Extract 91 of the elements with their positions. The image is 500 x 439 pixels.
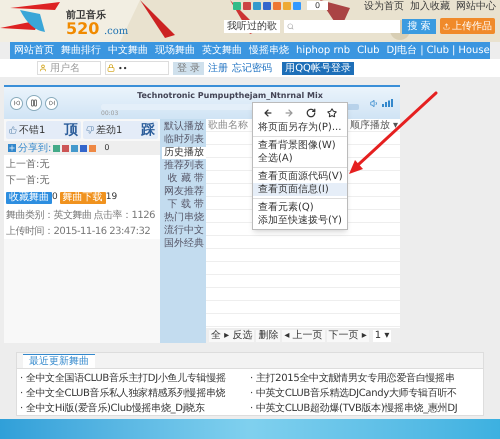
history-button[interactable]: 我听过的歌 [224, 20, 280, 33]
playlist-tab[interactable]: 收 藏 带 [160, 173, 206, 185]
username-field[interactable]: 用户名 [37, 61, 101, 75]
favorite-button[interactable]: 收藏舞曲 [6, 192, 52, 204]
login-button[interactable]: 登 录 [173, 62, 204, 74]
register-link[interactable]: 注册 [208, 60, 228, 76]
reload-icon[interactable] [306, 108, 316, 118]
nav-link[interactable]: DJ电台 [386, 44, 418, 56]
playlist-tab[interactable]: 网友推荐 [160, 186, 206, 198]
previous-icon [14, 100, 20, 106]
menu-item[interactable]: 查看元素(Q) [253, 198, 347, 214]
nav-item[interactable]: 网站首页 [14, 44, 54, 56]
song-link[interactable]: · 中英文CLUB音乐精选DJCandy大师专辑百听不 [250, 386, 480, 401]
forward-icon[interactable] [284, 108, 294, 118]
dislike-button[interactable]: 差劲1 踩 [83, 121, 158, 139]
forgot-password-link[interactable]: 忘记密码 [232, 60, 272, 76]
separator: | [452, 44, 456, 56]
hits-label: 点击率：1126 [94, 208, 155, 222]
upload-icon [443, 22, 450, 30]
share-label: 分享到: [18, 142, 52, 156]
list-button[interactable]: ◂ 上一页 [282, 330, 325, 342]
bookmark-icon[interactable] [327, 108, 338, 118]
nav-item[interactable]: hiphop rnb [296, 44, 350, 56]
next-button[interactable] [45, 96, 58, 110]
list-button[interactable]: 删除 [256, 330, 280, 342]
menu-item[interactable]: 将页面另存为(P)... [253, 121, 347, 134]
playlist-tab[interactable]: 推荐列表 [160, 160, 206, 172]
nav-link[interactable]: House [458, 44, 490, 56]
song-link[interactable]: · 全中文全CLUB音乐私人独家精感系列慢摇串烧 [20, 386, 250, 401]
page-dropdown[interactable]: 1 ▾ [372, 330, 392, 342]
nav-item[interactable]: 现场舞曲 [155, 44, 195, 56]
lock-icon [107, 64, 115, 72]
playlist-tab[interactable]: 历史播放 [162, 147, 206, 159]
song-link[interactable]: · 全中文Hi版(爱音乐)Club慢摇串烧_Dj晓东 [20, 401, 250, 416]
top-link[interactable]: 加入收藏 [410, 1, 450, 13]
nav-item[interactable]: 慢摇串烧 [249, 44, 289, 56]
pause-button[interactable] [26, 95, 42, 111]
volume-icon [370, 98, 379, 108]
logo-domain: .com [104, 25, 128, 39]
search-field[interactable] [284, 20, 400, 33]
song-link[interactable]: · 主打2015全中文靓情男女专用恋爱音白慢摇串 [250, 371, 480, 386]
volume-bars-icon [382, 99, 394, 107]
nav-item[interactable]: 舞曲排行 [61, 44, 101, 56]
previous-song: 上一首:无 [6, 158, 50, 172]
play-mode-dropdown[interactable]: 顺序播放 ▾ [350, 118, 398, 132]
playlist-tab[interactable]: 热门串烧 [160, 212, 206, 224]
download-count: 19 [106, 191, 118, 204]
nav-item[interactable]: Club [357, 44, 380, 56]
user-icon [39, 64, 47, 72]
search-icon [287, 23, 294, 30]
playlist-tab[interactable]: 国外经典 [160, 238, 206, 250]
top-link[interactable]: 设为首页 [364, 1, 404, 13]
thumbs-up-icon [9, 126, 17, 134]
song-title: Technotronic Pumpupthejam_Ntnrnal Mix [137, 90, 323, 102]
upload-time: 上传时间：2015-11-16 23:47:32 [6, 224, 152, 238]
list-button[interactable]: 全 ▸ 反选 [209, 330, 254, 342]
song-link[interactable]: · 全中文全国语CLUB音乐主打DJ小鱼儿专辑慢摇 [20, 371, 250, 386]
recent-tab[interactable]: 最近更新舞曲 [23, 354, 95, 368]
logo-number: 520 [66, 20, 100, 38]
playlist-tab[interactable]: 临时列表 [160, 134, 206, 146]
menu-item[interactable]: 全选(A) [253, 152, 347, 165]
menu-item[interactable]: 查看背景图像(W) [253, 136, 347, 152]
category-label: 舞曲类别：英文舞曲 [6, 208, 92, 222]
nav-link[interactable]: Club [426, 44, 450, 56]
menu-item[interactable]: 查看页面信息(I) [253, 183, 347, 196]
next-icon [48, 100, 54, 106]
menu-item[interactable]: 添加至快速拨号(Y) [253, 214, 347, 227]
next-song: 下一首:无 [6, 174, 50, 188]
search-button[interactable]: 搜 索 [402, 19, 436, 34]
logo-title: 前卫音乐 [66, 8, 106, 22]
column-header: 歌曲名称 [208, 118, 248, 132]
plus-icon [8, 144, 16, 152]
playlist-tab[interactable]: 默认播放 [160, 121, 206, 133]
previous-button[interactable] [10, 96, 23, 110]
top-link[interactable]: 网站中心 [456, 1, 496, 13]
playlist-tab[interactable]: 流行中文 [160, 225, 206, 237]
song-link[interactable]: · 中英文CLUB超劲爆(TVB版本)慢摇串烧_惠州DJ [250, 401, 480, 416]
nav-item[interactable]: 中文舞曲 [108, 44, 148, 56]
list-button[interactable]: 下一页 ▸ [326, 330, 369, 342]
password-field[interactable]: •• [105, 61, 169, 75]
qq-login-button[interactable]: 用QQ帐号登录 [282, 62, 354, 74]
thumbs-down-icon [86, 126, 94, 134]
playlist-tab[interactable]: 下 载 带 [160, 199, 206, 211]
share-count: 0 [104, 142, 110, 154]
pause-icon [30, 99, 38, 107]
nav-item[interactable]: 英文舞曲 [202, 44, 242, 56]
share-count: 0 [307, 1, 328, 10]
like-button[interactable]: 不错1 顶 [6, 121, 81, 139]
back-icon[interactable] [262, 108, 273, 118]
separator: | [420, 44, 424, 56]
favorite-count: 0 [52, 191, 58, 204]
